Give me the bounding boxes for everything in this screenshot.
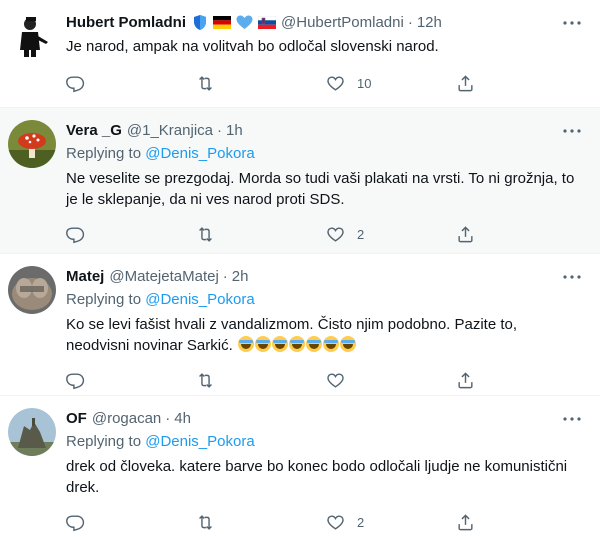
tweet[interactable]: OF @rogacan · 4h Replying to @Denis_Poko… [0, 396, 600, 537]
tweet-text: Ko se levi fašist hvali z vandalizmom. Č… [66, 314, 584, 356]
like-button[interactable]: 2 [326, 513, 456, 532]
timestamp[interactable]: 4h [174, 410, 191, 427]
germany-flag-icon [213, 15, 232, 29]
tweet-text: Ne veselite se prezgodaj. Morda so tudi … [66, 170, 579, 208]
like-icon [327, 514, 344, 530]
like-button[interactable] [326, 371, 456, 390]
reply-thread: Hubert Pomladni @HubertPomladni · 12h Je… [0, 0, 600, 537]
share-button[interactable] [456, 371, 475, 390]
more-icon[interactable] [562, 270, 582, 284]
rolling-laughing-emoji [237, 336, 254, 352]
more-icon[interactable] [562, 124, 582, 138]
timestamp[interactable]: 12h [417, 14, 442, 31]
retweet-button[interactable] [196, 371, 326, 390]
reply-icon [66, 75, 85, 92]
replying-to-label: Replying to [66, 291, 142, 308]
tweet[interactable]: Matej @MatejetaMatej · 2h Replying to @D… [0, 254, 600, 396]
like-count: 2 [357, 514, 365, 530]
retweet-button[interactable] [196, 513, 326, 532]
reply-button[interactable] [66, 513, 196, 532]
tweet-actions [66, 362, 584, 398]
share-icon [458, 225, 473, 242]
rolling-laughing-emoji [271, 336, 288, 352]
timestamp[interactable]: 1h [226, 122, 243, 139]
retweet-icon [199, 514, 212, 530]
tweet-header: OF @rogacan · 4h [66, 408, 584, 428]
like-count: 10 [357, 75, 372, 91]
rolling-laughing-emoji [254, 336, 271, 352]
slovenia-flag-icon [258, 15, 277, 29]
blue-heart-icon [236, 15, 253, 29]
replying-to: Replying to @Denis_Pokora [66, 144, 584, 164]
like-button[interactable]: 10 [326, 74, 456, 93]
shield-icon [194, 14, 207, 30]
reply-button[interactable] [66, 371, 196, 390]
replying-to: Replying to @Denis_Pokora [66, 432, 584, 452]
reply-icon [66, 372, 85, 389]
replying-to: Replying to @Denis_Pokora [66, 290, 584, 310]
rolling-laughing-emoji [322, 336, 339, 352]
replying-to-label: Replying to [66, 145, 142, 162]
share-icon [458, 74, 473, 91]
tweet-text: drek od človeka. katere barve bo konec b… [66, 458, 572, 496]
separator: · [407, 13, 413, 31]
tweet-header: Matej @MatejetaMatej · 2h [66, 266, 584, 286]
reply-button[interactable] [66, 225, 196, 244]
separator: · [165, 409, 171, 427]
rolling-laughing-emoji [305, 336, 322, 352]
tweet-actions: 10 [66, 65, 584, 101]
share-icon [458, 513, 473, 530]
retweet-button[interactable] [196, 225, 326, 244]
user-handle[interactable]: @1_Kranjica [127, 122, 213, 139]
separator: · [222, 267, 228, 285]
tweet[interactable]: Hubert Pomladni @HubertPomladni · 12h Je… [0, 0, 600, 108]
display-name[interactable]: OF [66, 410, 87, 427]
reply-button[interactable] [66, 74, 196, 93]
mention-link[interactable]: @Denis_Pokora [145, 291, 254, 308]
share-button[interactable] [456, 74, 475, 93]
more-icon[interactable] [562, 16, 582, 30]
mention-link[interactable]: @Denis_Pokora [145, 433, 254, 450]
retweet-button[interactable] [196, 74, 326, 93]
display-name[interactable]: Hubert Pomladni [66, 14, 186, 31]
avatar[interactable] [8, 266, 56, 314]
rolling-laughing-emoji [288, 336, 305, 352]
user-handle[interactable]: @MatejetaMatej [109, 268, 218, 285]
reply-icon [66, 514, 85, 531]
share-button[interactable] [456, 513, 475, 532]
display-name[interactable]: Vera _G [66, 122, 122, 139]
user-handle[interactable]: @HubertPomladni [281, 14, 404, 31]
like-icon [327, 372, 344, 388]
replying-to-label: Replying to [66, 433, 142, 450]
user-handle[interactable]: @rogacan [92, 410, 161, 427]
like-button[interactable]: 2 [326, 225, 456, 244]
reply-icon [66, 226, 85, 243]
tweet-actions: 2 [66, 216, 584, 252]
mention-link[interactable]: @Denis_Pokora [145, 145, 254, 162]
tweet-actions: 2 [66, 504, 584, 537]
profile-badges [192, 14, 277, 31]
separator: · [217, 121, 222, 139]
rolling-laughing-emoji [339, 336, 356, 352]
share-button[interactable] [456, 225, 475, 244]
retweet-icon [199, 226, 212, 242]
avatar[interactable] [8, 120, 56, 168]
tweet[interactable]: Vera _G @1_Kranjica · 1h Replying to @De… [0, 108, 600, 254]
like-icon [327, 75, 344, 91]
like-count: 2 [357, 226, 365, 242]
retweet-icon [199, 372, 212, 388]
avatar[interactable] [8, 408, 56, 456]
share-icon [458, 371, 473, 388]
display-name[interactable]: Matej [66, 268, 104, 285]
avatar[interactable] [8, 12, 56, 60]
tweet-header: Hubert Pomladni @HubertPomladni · 12h [66, 12, 584, 32]
like-icon [327, 226, 344, 242]
tweet-text: Je narod, ampak na volitvah bo odločal s… [66, 38, 439, 55]
more-icon[interactable] [562, 412, 582, 426]
timestamp[interactable]: 2h [232, 268, 249, 285]
tweet-header: Vera _G @1_Kranjica · 1h [66, 120, 584, 140]
retweet-icon [199, 75, 212, 91]
